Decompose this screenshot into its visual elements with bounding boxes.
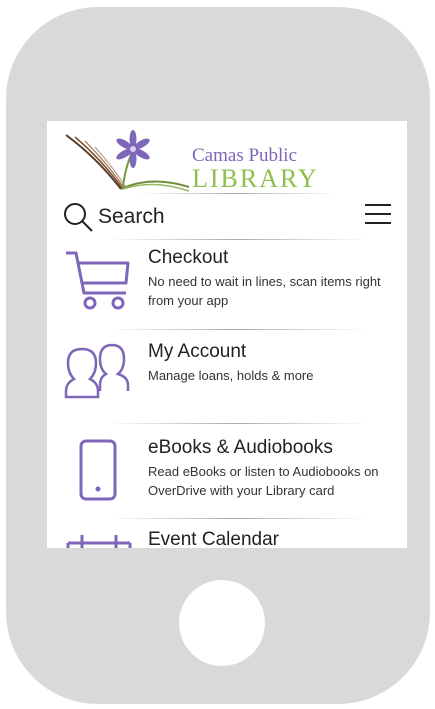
ebooks-audiobooks-title: eBooks & Audiobooks [148,437,333,458]
divider [107,329,367,330]
calendar-icon [66,535,132,548]
search-label[interactable]: Search [98,205,165,229]
home-button[interactable] [179,580,265,666]
menu-item-event-calendar[interactable]: Event Calendar [47,525,407,548]
checkout-title: Checkout [148,247,229,268]
hamburger-menu-icon[interactable] [364,202,392,226]
divider [137,193,337,194]
search-bar[interactable]: Search [47,199,407,235]
book-flower-logo-icon [65,130,190,192]
my-account-description: Manage loans, holds & more [148,368,314,383]
menu-item-my-account[interactable]: My Account Manage loans, holds & more [47,337,407,417]
event-calendar-title: Event Calendar [148,529,279,548]
checkout-description: No need to wait in lines, scan items rig… [148,274,381,308]
menu-item-checkout[interactable]: Checkout No need to wait in lines, scan … [47,245,407,325]
phone-icon [79,439,117,501]
divider [107,518,367,519]
menu-item-ebooks-audiobooks[interactable]: eBooks & Audiobooks Read eBooks or liste… [47,431,407,516]
divider [107,423,367,424]
library-logo: Camas Public LIBRARY [61,127,321,193]
users-icon [64,343,130,399]
search-icon[interactable] [62,201,94,233]
shopping-cart-icon [66,251,130,310]
logo-text-library: LIBRARY [192,164,319,193]
app-screen: Camas Public LIBRARY Search Checkout No … [47,121,407,548]
divider [107,239,367,240]
ebooks-audiobooks-description: Read eBooks or listen to Audiobooks on O… [148,464,379,498]
my-account-title: My Account [148,341,247,362]
